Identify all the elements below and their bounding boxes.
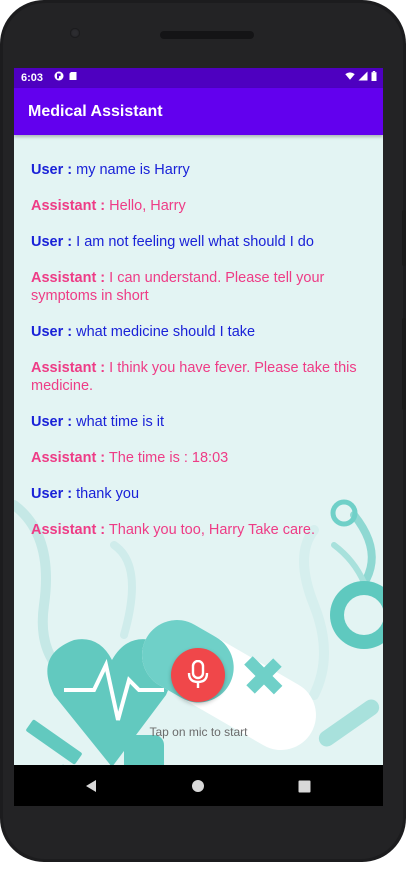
- speaker-label: User :: [31, 162, 73, 178]
- speaker-label: User :: [31, 324, 73, 340]
- message-list: User : my name is Harry Assistant : Hell…: [31, 161, 361, 557]
- earpiece-speaker: [160, 31, 254, 39]
- phone-frame: 6:03 Medical Assistant User: my name is…: [0, 0, 406, 862]
- mic-button[interactable]: [171, 648, 225, 702]
- speaker-label: User :: [31, 486, 73, 502]
- assistant-message: Assistant : I think you have fever. Plea…: [31, 359, 361, 395]
- user-message: User : what time is it: [31, 413, 361, 431]
- message-text: The time is : 18:03: [108, 450, 229, 466]
- speaker-label: Assistant :: [31, 522, 106, 538]
- recents-icon: [298, 780, 310, 792]
- app-bar: Medical Assistant: [14, 88, 383, 135]
- microphone-icon: [187, 660, 209, 688]
- message-text: I am not feeling well what should I do: [76, 234, 314, 250]
- power-button: [402, 318, 406, 410]
- navigation-bar: [14, 765, 383, 806]
- back-button[interactable]: [82, 777, 100, 795]
- speaker-label: Assistant :: [31, 198, 106, 214]
- message-text: my name is Harry: [76, 162, 190, 178]
- assistant-message: Assistant : Hello, Harry: [31, 197, 361, 215]
- app-title: Medical Assistant: [28, 103, 163, 120]
- mic-hint: Tap on mic to start: [149, 725, 248, 739]
- user-message: User : I am not feeling well what should…: [31, 233, 361, 251]
- home-button[interactable]: [189, 777, 207, 795]
- assistant-message: Assistant : Thank you too, Harry Take ca…: [31, 521, 361, 539]
- assistant-message: Assistant : I can understand. Please tel…: [31, 269, 361, 305]
- user-message: User : thank you: [31, 485, 361, 503]
- status-time: 6:03: [21, 72, 44, 84]
- speaker-label: User :: [31, 414, 73, 430]
- message-text: Thank you too, Harry Take care.: [108, 522, 315, 538]
- recents-button[interactable]: [295, 777, 313, 795]
- status-bar: 6:03: [14, 68, 383, 88]
- battery-icon: [371, 71, 377, 81]
- speaker-label: User :: [31, 234, 73, 250]
- message-text: what time is it: [76, 414, 164, 430]
- app-notification-icon: [54, 71, 64, 81]
- chat-area[interactable]: User : my name is Harry Assistant : Hell…: [14, 135, 383, 765]
- message-text: what medicine should I take: [76, 324, 256, 340]
- message-text: thank you: [76, 486, 140, 502]
- assistant-message: Assistant : The time is : 18:03: [31, 449, 361, 467]
- user-message: User : what medicine should I take: [31, 323, 361, 341]
- home-icon: [192, 780, 204, 792]
- wifi-icon: [345, 72, 355, 80]
- back-icon: [86, 780, 96, 792]
- speaker-label: Assistant :: [31, 450, 106, 466]
- message-text: Hello, Harry: [109, 198, 186, 214]
- speaker-label: Assistant :: [31, 360, 106, 376]
- speaker-label: Assistant :: [31, 270, 106, 286]
- signal-icon: [358, 71, 368, 81]
- screen: 6:03 Medical Assistant User: my name is…: [14, 68, 383, 806]
- front-camera: [70, 28, 80, 38]
- volume-button: [402, 210, 406, 266]
- user-message: User : my name is Harry: [31, 161, 361, 179]
- sd-card-icon: [69, 72, 77, 80]
